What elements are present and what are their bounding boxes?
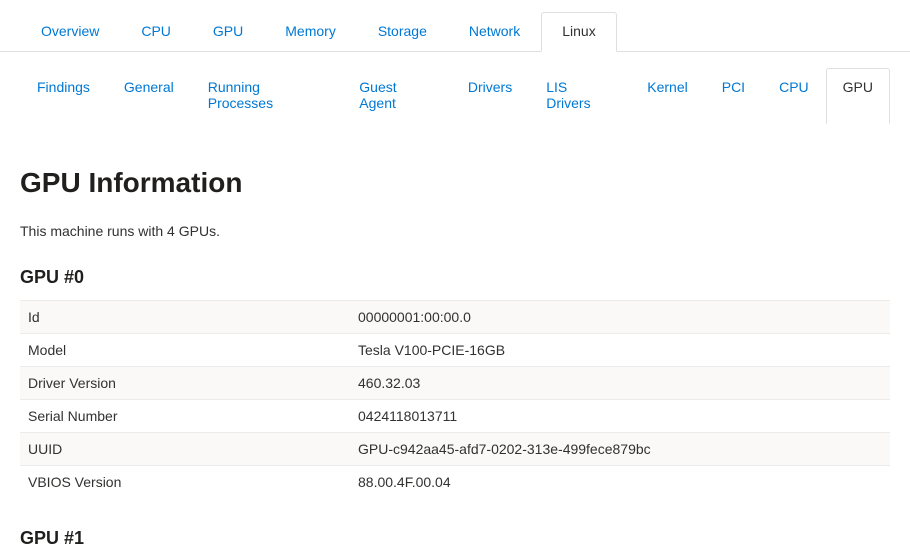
subtab-findings[interactable]: Findings [20,68,107,123]
subtab-lis-drivers[interactable]: LIS Drivers [529,68,630,123]
subtab-pci[interactable]: PCI [705,68,762,123]
property-value: 88.00.4F.00.04 [350,466,890,499]
tab-cpu[interactable]: CPU [120,12,192,51]
table-row: VBIOS Version88.00.4F.00.04 [20,466,890,499]
table-row: Serial Number0424118013711 [20,400,890,433]
property-key: Model [20,334,350,367]
subtab-general[interactable]: General [107,68,191,123]
property-value: GPU-c942aa45-afd7-0202-313e-499fece879bc [350,433,890,466]
tab-gpu[interactable]: GPU [192,12,264,51]
property-value: Tesla V100-PCIE-16GB [350,334,890,367]
property-value: 00000001:00:00.0 [350,301,890,334]
page-title: GPU Information [20,167,890,199]
tab-linux[interactable]: Linux [541,12,616,52]
secondary-tabs: FindingsGeneralRunning ProcessesGuest Ag… [0,52,910,123]
subtab-drivers[interactable]: Drivers [451,68,529,123]
tab-overview[interactable]: Overview [20,12,120,51]
gpu-count-text: This machine runs with 4 GPUs. [20,223,890,239]
property-key: UUID [20,433,350,466]
tab-memory[interactable]: Memory [264,12,357,51]
subtab-running-processes[interactable]: Running Processes [191,68,343,123]
tab-storage[interactable]: Storage [357,12,448,51]
primary-tabs: OverviewCPUGPUMemoryStorageNetworkLinux [0,0,910,52]
table-row: UUIDGPU-c942aa45-afd7-0202-313e-499fece8… [20,433,890,466]
property-value: 0424118013711 [350,400,890,433]
subtab-cpu[interactable]: CPU [762,68,826,123]
tab-network[interactable]: Network [448,12,541,51]
property-key: Serial Number [20,400,350,433]
table-row: Id00000001:00:00.0 [20,301,890,334]
gpu-0-section: GPU #0 Id00000001:00:00.0ModelTesla V100… [20,267,890,498]
subtab-kernel[interactable]: Kernel [630,68,704,123]
subtab-guest-agent[interactable]: Guest Agent [342,68,451,123]
gpu-1-section: GPU #1 [20,528,890,549]
gpu-1-title: GPU #1 [20,528,890,549]
subtab-gpu[interactable]: GPU [826,68,890,124]
content-area: GPU Information This machine runs with 4… [0,123,910,549]
table-row: Driver Version460.32.03 [20,367,890,400]
property-key: Driver Version [20,367,350,400]
property-key: VBIOS Version [20,466,350,499]
gpu-0-table: Id00000001:00:00.0ModelTesla V100-PCIE-1… [20,300,890,498]
gpu-0-title: GPU #0 [20,267,890,288]
property-key: Id [20,301,350,334]
table-row: ModelTesla V100-PCIE-16GB [20,334,890,367]
property-value: 460.32.03 [350,367,890,400]
